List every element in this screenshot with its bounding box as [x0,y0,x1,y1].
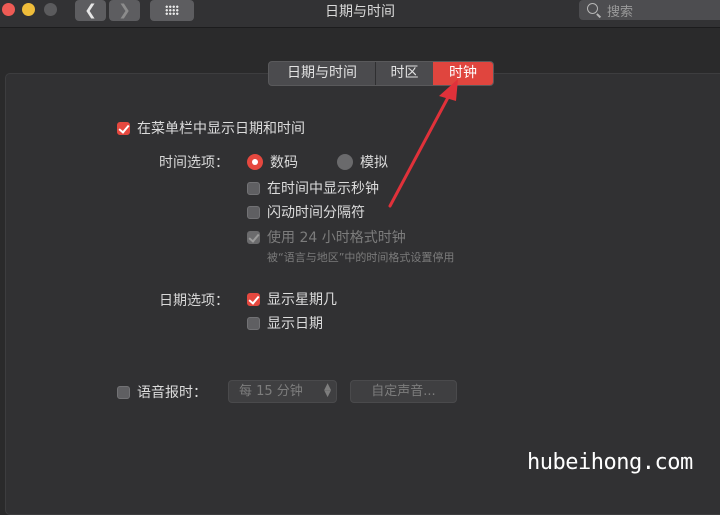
annotation-arrow-head [439,79,458,101]
watermark-text: hubeihong.com [527,450,693,475]
annotation-arrow-shaft [388,88,454,208]
annotation-arrow [388,79,458,208]
